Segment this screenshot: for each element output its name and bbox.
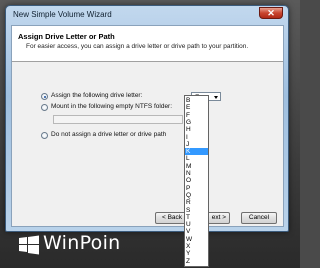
dropdown-item-u[interactable]: U <box>185 221 208 228</box>
cancel-button[interactable]: Cancel <box>241 212 277 224</box>
dropdown-item-h[interactable]: H <box>185 126 208 133</box>
mount-folder-radio[interactable] <box>41 104 48 111</box>
dropdown-item-x[interactable]: X <box>185 243 208 250</box>
dropdown-item-w[interactable]: W <box>185 236 208 243</box>
dropdown-item-n[interactable]: N <box>185 170 208 177</box>
dropdown-item-q[interactable]: Q <box>185 192 208 199</box>
dropdown-item-j[interactable]: J <box>185 141 208 148</box>
title-bar[interactable]: New Simple Volume Wizard ✕ <box>6 6 288 24</box>
close-icon: ✕ <box>267 8 275 18</box>
header-panel: Assign Drive Letter or Path For easier a… <box>12 26 283 62</box>
dropdown-item-k[interactable]: K <box>185 148 208 156</box>
dropdown-item-s[interactable]: S <box>185 207 208 214</box>
dropdown-item-b[interactable]: B <box>185 97 208 104</box>
wizard-content: Assign Drive Letter or Path For easier a… <box>11 25 284 227</box>
dropdown-item-v[interactable]: V <box>185 228 208 235</box>
assign-letter-label[interactable]: Assign the following drive letter: <box>51 92 142 99</box>
dropdown-item-e[interactable]: E <box>185 104 208 111</box>
window-title: New Simple Volume Wizard <box>13 10 112 19</box>
dropdown-item-r[interactable]: R <box>185 199 208 206</box>
drive-letter-dropdown-list[interactable]: BEFGHIJKLMNOPQRSTUVWXYZ <box>184 95 209 267</box>
dropdown-item-p[interactable]: P <box>185 185 208 192</box>
no-assign-label[interactable]: Do not assign a drive letter or drive pa… <box>51 131 166 138</box>
close-button[interactable]: ✕ <box>259 7 283 19</box>
dropdown-item-y[interactable]: Y <box>185 250 208 257</box>
mount-folder-label[interactable]: Mount in the following empty NTFS folder… <box>51 103 172 110</box>
next-button[interactable]: ext > <box>206 212 230 224</box>
page-subtitle: For easier access, you can assign a driv… <box>26 43 249 50</box>
chevron-down-icon[interactable] <box>214 96 218 99</box>
wizard-window: New Simple Volume Wizard ✕ Assign Drive … <box>5 5 289 232</box>
dropdown-item-t[interactable]: T <box>185 214 208 221</box>
watermark-text: WinPoin <box>43 232 121 254</box>
dropdown-item-i[interactable]: I <box>185 134 208 141</box>
windows-logo-icon <box>19 235 39 255</box>
assign-letter-radio[interactable] <box>41 93 48 100</box>
dropdown-item-f[interactable]: F <box>185 112 208 119</box>
ntfs-folder-input[interactable] <box>53 115 183 124</box>
dropdown-item-z[interactable]: Z <box>185 258 208 265</box>
dropdown-item-o[interactable]: O <box>185 177 208 184</box>
page-title: Assign Drive Letter or Path <box>18 32 115 41</box>
dropdown-item-g[interactable]: G <box>185 119 208 126</box>
no-assign-radio[interactable] <box>41 132 48 139</box>
dropdown-item-l[interactable]: L <box>185 155 208 162</box>
dropdown-item-m[interactable]: M <box>185 163 208 170</box>
